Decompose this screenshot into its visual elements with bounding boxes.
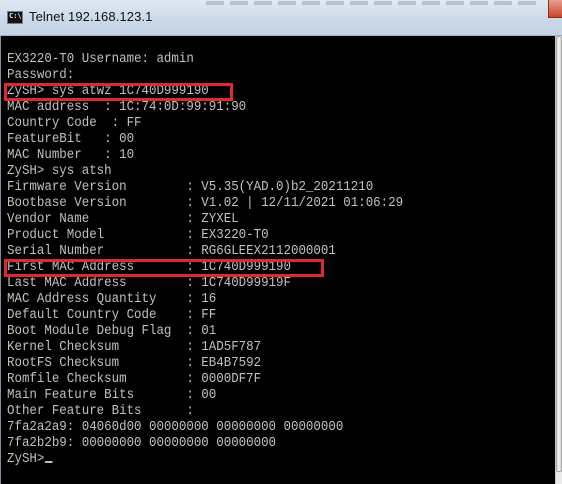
terminal-line: Default Country Code : FF	[7, 308, 217, 323]
terminal-line: Other Feature Bits :	[7, 404, 194, 419]
terminal-line: ZySH> sys atsh	[7, 164, 112, 179]
terminal-line: MAC Number : 10	[7, 148, 135, 163]
terminal-line: 7fa2b2b9: 00000000 00000000 00000000	[7, 436, 277, 451]
window-titlebar[interactable]: C:\ Telnet 192.168.123.1	[0, 0, 562, 36]
terminal-line: Vendor Name : ZYXEL	[7, 212, 239, 227]
terminal-line: Kernel Checksum : 1AD5F787	[7, 340, 262, 355]
terminal-line: MAC address : 1C:74:0D:99:91:90	[7, 100, 247, 115]
terminal-line: RootFS Checksum : EB4B7592	[7, 356, 262, 371]
scrollbar-thumb[interactable]	[556, 36, 562, 472]
terminal-line: ZySH> sys atwz 1C740D999190	[7, 84, 209, 99]
terminal-line: Country Code : FF	[7, 116, 142, 131]
terminal-line: Firmware Version : V5.35(YAD.0)b2_202112…	[7, 180, 374, 195]
terminal-prompt: ZySH>	[7, 452, 45, 467]
terminal-line: MAC Address Quantity : 16	[7, 292, 217, 307]
titlebar-overlay	[206, 1, 536, 5]
terminal-line: EX3220-T0 Username: admin	[7, 52, 194, 67]
terminal-line: 7fa2a2a9: 04060d00 00000000 00000000 000…	[7, 420, 344, 435]
close-button[interactable]	[548, 0, 562, 18]
terminal-line: Boot Module Debug Flag : 01	[7, 324, 217, 339]
terminal-line: Bootbase Version : V1.02 | 12/11/2021 01…	[7, 196, 404, 211]
window-title: Telnet 192.168.123.1	[29, 9, 153, 24]
console-icon: C:\	[7, 11, 23, 24]
terminal-line: Main Feature Bits : 00	[7, 388, 217, 403]
terminal-line: Product Model : EX3220-T0	[7, 228, 269, 243]
terminal-line: FeatureBit : 00	[7, 132, 135, 147]
terminal-line: First MAC Address : 1C740D999190	[7, 260, 291, 275]
terminal-prompt-line[interactable]: ZySH>	[7, 452, 53, 468]
terminal-output[interactable]: EX3220-T0 Username: admin Password: ZySH…	[0, 36, 555, 484]
text-cursor	[45, 461, 53, 463]
terminal-line: Romfile Checksum : 0000DF7F	[7, 372, 262, 387]
terminal-line: Last MAC Address : 1C740D99919F	[7, 276, 291, 291]
telnet-window: C:\ Telnet 192.168.123.1 EX3220-T0 Usern…	[0, 0, 562, 484]
terminal-line: Password:	[7, 68, 75, 83]
vertical-scrollbar[interactable]	[555, 36, 562, 484]
terminal-line: Serial Number : RG6GLEEX2112000001	[7, 244, 336, 259]
